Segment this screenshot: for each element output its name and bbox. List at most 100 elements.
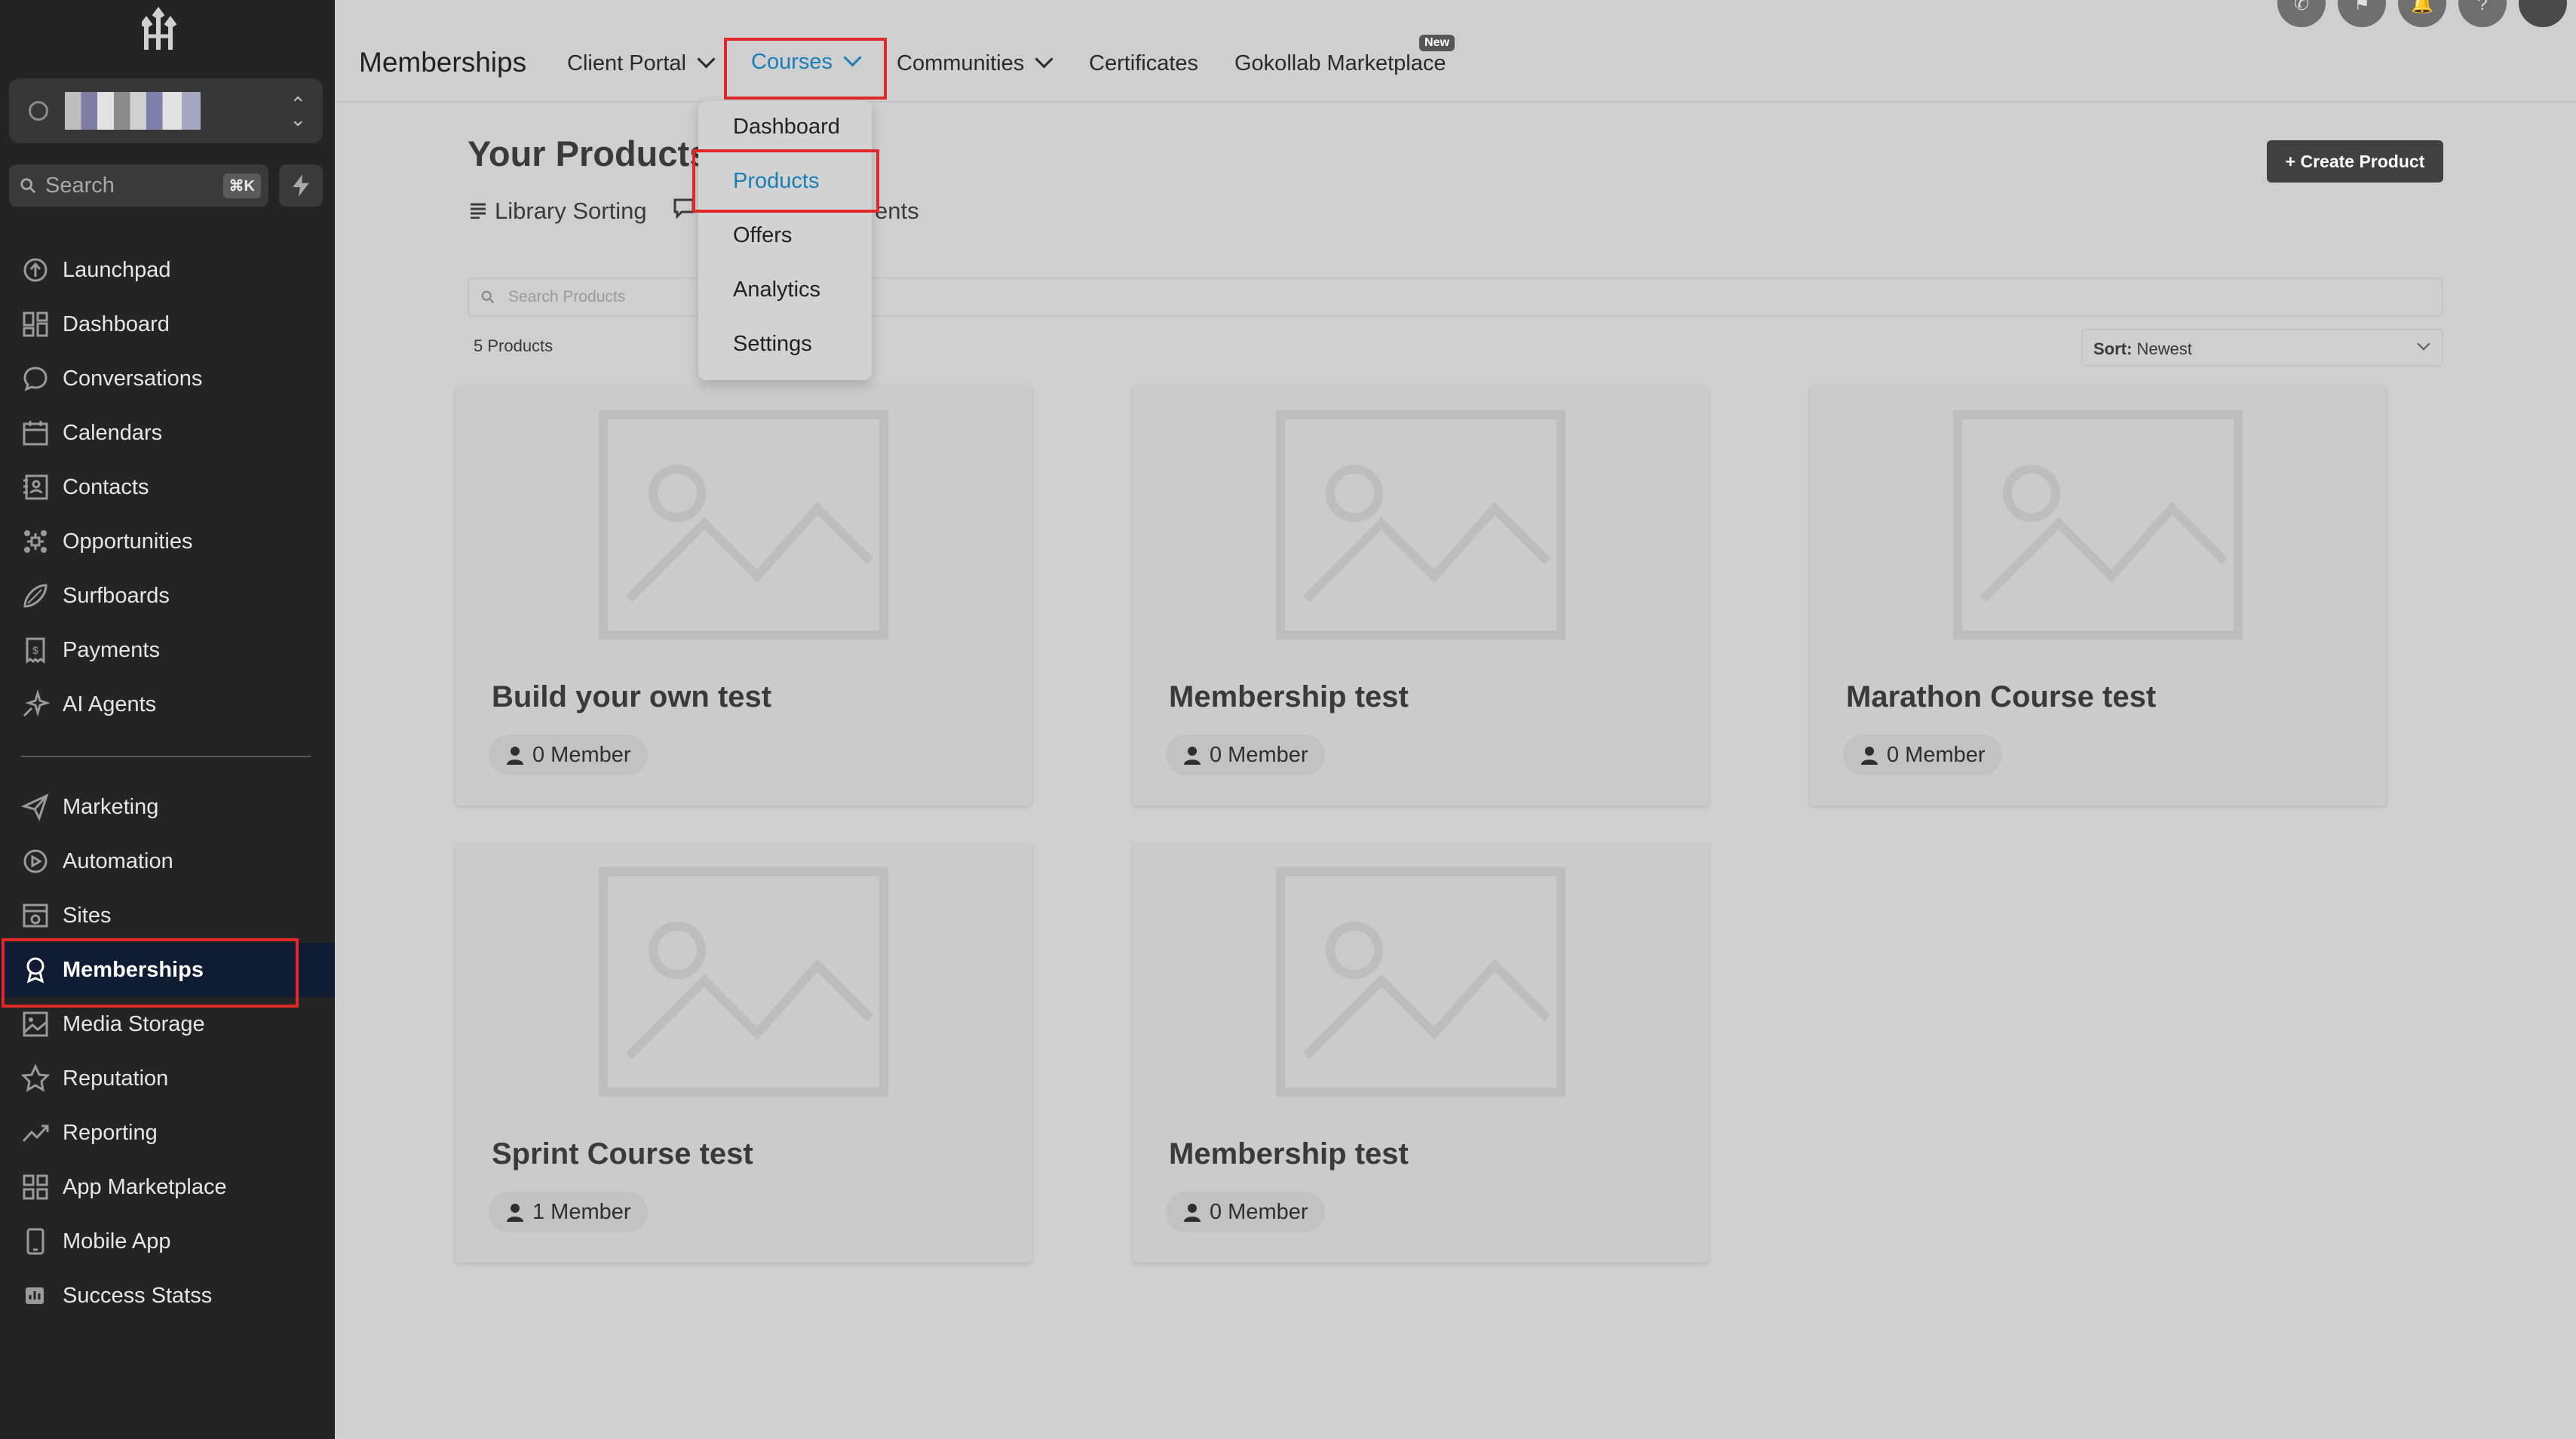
product-card[interactable]: Sprint Course test 1 Member [455, 843, 1032, 1263]
sidebar-item-sites[interactable]: Sites [0, 888, 335, 943]
chat-bubble-icon [23, 367, 48, 391]
sidebar-item-label: Launchpad [63, 257, 171, 282]
sidebar-item-label: Mobile App [63, 1229, 171, 1253]
help-icon: ? [2477, 0, 2488, 14]
chevron-down-icon [2417, 337, 2430, 351]
tab-label: Courses [751, 50, 833, 74]
tab-library-sorting[interactable]: Library Sorting [469, 198, 647, 225]
sort-value: Newest [2136, 339, 2192, 358]
chevron-down-icon [1035, 50, 1053, 69]
menu-item-settings[interactable]: Settings [733, 332, 812, 357]
search-placeholder: Search [45, 173, 115, 198]
calendar-icon [23, 421, 48, 446]
opportunities-icon [24, 530, 47, 553]
announcements-button[interactable]: ⚑ [2338, 0, 2386, 27]
app-logo-icon[interactable] [142, 6, 190, 51]
chevron-down-icon [843, 48, 862, 67]
create-product-button[interactable]: + Create Product [2267, 140, 2443, 183]
sidebar-item-ai-agents[interactable]: AI Agents [0, 677, 335, 732]
product-card[interactable]: Marathon Course test 0 Member [1810, 386, 2386, 805]
membership-badge-icon [26, 957, 44, 983]
contacts-icon [23, 474, 48, 500]
top-navigation-bar: Memberships Client Portal Courses Commun… [335, 0, 2576, 103]
product-title[interactable]: Membership test [1169, 1137, 1409, 1171]
sidebar-item-success-stats[interactable]: Success Statss [0, 1269, 335, 1323]
menu-item-dashboard[interactable]: Dashboard [733, 115, 840, 140]
sidebar-item-mobile-app[interactable]: Mobile App [0, 1214, 335, 1269]
image-icon [23, 1011, 48, 1037]
sidebar-item-label: Surfboards [63, 583, 170, 608]
help-button[interactable]: ? [2458, 0, 2507, 27]
sidebar-item-label: Calendars [63, 420, 163, 445]
member-count-pill: 0 Member [1166, 1192, 1325, 1232]
chevron-down-icon [697, 50, 716, 69]
product-title[interactable]: Build your own test [492, 680, 771, 714]
sidebar-item-automation[interactable]: Automation [0, 834, 335, 888]
sidebar-divider [21, 756, 311, 757]
tab-gokollab-marketplace[interactable]: Gokollab Marketplace [1234, 51, 1446, 76]
sidebar-search[interactable]: Search ⌘K [9, 164, 268, 207]
sort-select[interactable]: Sort: Newest [2081, 329, 2443, 367]
sidebar-item-label: Opportunities [63, 529, 193, 554]
tab-client-portal[interactable]: Client Portal [567, 50, 716, 76]
search-placeholder: Search Products [508, 288, 626, 305]
quick-action-button[interactable] [279, 164, 323, 207]
sidebar-item-memberships[interactable]: Memberships [0, 943, 335, 997]
sidebar-item-dashboard[interactable]: Dashboard [0, 297, 335, 351]
sidebar-item-label: Reporting [63, 1120, 158, 1145]
mobile-icon [26, 1228, 44, 1255]
member-count-pill: 0 Member [1843, 735, 2002, 775]
sidebar-item-app-marketplace[interactable]: App Marketplace [0, 1160, 335, 1214]
menu-item-analytics[interactable]: Analytics [733, 278, 820, 302]
avatar[interactable] [2519, 0, 2567, 27]
image-placeholder-icon [599, 867, 888, 1097]
menu-item-offers[interactable]: Offers [733, 223, 792, 248]
sidebar-item-label: Marketing [63, 794, 159, 819]
member-count: 0 Member [1887, 742, 1986, 767]
tab-communities[interactable]: Communities [897, 50, 1053, 76]
tab-label-partial[interactable]: ents [875, 198, 919, 225]
phone-icon: ✆ [2293, 0, 2310, 14]
product-count: 5 Products [474, 336, 554, 355]
phone-button[interactable]: ✆ [2277, 0, 2326, 27]
sidebar-item-label: Payments [63, 637, 160, 662]
sidebar-item-launchpad[interactable]: Launchpad [0, 243, 335, 297]
account-switcher[interactable]: ⌃ ⌄ [9, 78, 323, 143]
product-card[interactable]: Membership test 0 Member [1133, 843, 1709, 1263]
location-icon [29, 101, 48, 121]
product-title[interactable]: Membership test [1169, 680, 1409, 714]
new-badge: New [1419, 35, 1455, 51]
image-placeholder-icon [1276, 410, 1566, 640]
tab-comments[interactable] [673, 198, 695, 225]
sidebar-item-label: AI Agents [63, 692, 157, 716]
sidebar-item-contacts[interactable]: Contacts [0, 460, 335, 514]
sidebar-item-media-storage[interactable]: Media Storage [0, 997, 335, 1051]
svg-text:$: $ [32, 644, 38, 656]
sidebar-item-reporting[interactable]: Reporting [0, 1106, 335, 1160]
sidebar-item-conversations[interactable]: Conversations [0, 351, 335, 406]
member-count: 1 Member [532, 1199, 631, 1224]
user-icon [1184, 747, 1201, 765]
product-card[interactable]: Build your own test 0 Member [455, 386, 1032, 805]
image-placeholder-icon [599, 410, 888, 640]
sidebar-item-calendars[interactable]: Calendars [0, 406, 335, 460]
sidebar-item-surfboards[interactable]: Surfboards [0, 569, 335, 623]
notifications-button[interactable]: 🔔 [2398, 0, 2446, 27]
ai-sparkle-icon [23, 690, 50, 717]
automation-icon [23, 849, 48, 873]
sidebar-item-marketing[interactable]: Marketing [0, 780, 335, 834]
tab-certificates[interactable]: Certificates [1089, 51, 1198, 76]
sidebar-item-payments[interactable]: $ Payments [0, 623, 335, 677]
account-name-redacted [65, 92, 201, 130]
product-card[interactable]: Membership test 0 Member [1133, 386, 1709, 805]
member-count: 0 Member [1210, 742, 1308, 767]
user-icon [1861, 747, 1878, 765]
sidebar-item-reputation[interactable]: Reputation [0, 1051, 335, 1106]
product-title[interactable]: Sprint Course test [492, 1137, 753, 1171]
send-icon [21, 793, 49, 821]
tab-courses[interactable]: Courses [751, 48, 862, 75]
page-title: Memberships [359, 47, 527, 78]
menu-item-products[interactable]: Products [733, 169, 819, 194]
product-title[interactable]: Marathon Course test [1846, 680, 2156, 714]
sidebar-item-opportunities[interactable]: Opportunities [0, 514, 335, 569]
